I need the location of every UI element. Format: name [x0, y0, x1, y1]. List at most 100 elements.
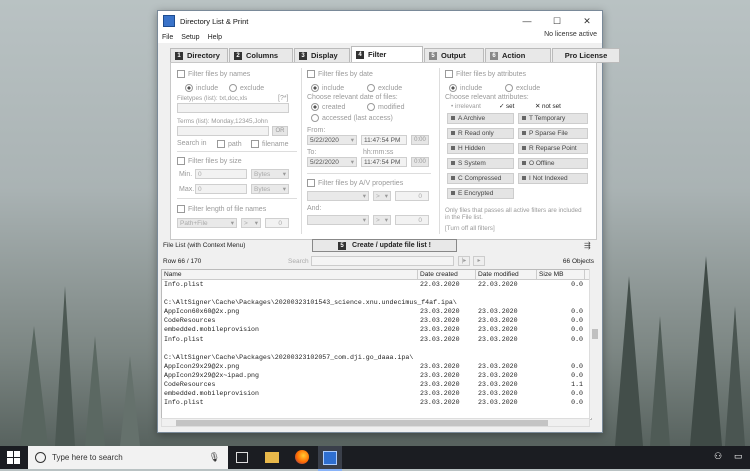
length-operator-select[interactable]: > — [241, 218, 261, 228]
av-operator-select-1[interactable]: > — [373, 191, 391, 201]
tab-directory[interactable]: 1 Directory — [170, 48, 228, 63]
filter-length-toggle[interactable]: Filter length of file names — [177, 205, 266, 213]
turn-off-filters-link[interactable]: [Turn off all filters] — [445, 225, 495, 232]
length-value-input[interactable]: 0 — [265, 218, 289, 228]
terms-input[interactable] — [177, 126, 269, 136]
attr-include-radio[interactable]: include — [449, 84, 482, 92]
search-prev-button[interactable]: ▸ — [473, 256, 485, 266]
attr-compressed[interactable]: C Compressed — [447, 173, 514, 184]
cell-date-created: 23.03.2020 — [420, 317, 460, 325]
table-row[interactable]: embedded.mobileprovision 23.03.2020 23.03.… — [162, 389, 591, 398]
folder-path-row[interactable]: C:\AltSigner\Cache\Packages\202003231020… — [162, 353, 591, 362]
menu-file[interactable]: File — [162, 34, 173, 41]
table-row[interactable] — [162, 344, 591, 353]
file-explorer-icon[interactable] — [265, 452, 279, 463]
people-icon[interactable]: ⚇ — [714, 451, 722, 462]
table-row[interactable]: AppIcon60x60@2x.png 23.03.2020 23.03.2020 0… — [162, 307, 591, 316]
table-row[interactable]: CodeResources 23.03.2020 23.03.2020 1.1 — [162, 380, 591, 389]
max-unit-select[interactable]: Bytes — [251, 184, 289, 194]
date-include-radio[interactable]: include — [311, 84, 344, 92]
list-options-icon[interactable]: ⇶ — [584, 241, 591, 250]
menu-setup[interactable]: Setup — [181, 34, 199, 41]
table-row[interactable]: embedded.mobileprovision 23.03.2020 23.03.… — [162, 325, 591, 334]
filter-date-toggle[interactable]: Filter files by date — [307, 70, 373, 78]
search-next-button[interactable]: |▸ — [458, 256, 470, 266]
attr-sparse-file[interactable]: P Sparse File — [518, 128, 588, 139]
attr-exclude-radio[interactable]: exclude — [505, 84, 540, 92]
search-input[interactable] — [311, 256, 454, 266]
av-property-select-2[interactable] — [307, 215, 369, 225]
to-time-reset-button[interactable]: 0:00 — [411, 157, 429, 167]
av-property-select-1[interactable] — [307, 191, 369, 201]
table-row[interactable]: AppIcon29x29@2x.png 23.03.2020 23.03.2020 0… — [162, 362, 591, 371]
attr-reparse-point[interactable]: R Reparse Point — [518, 143, 588, 154]
filter-size-toggle[interactable]: Filter files by size — [177, 157, 242, 165]
from-time-reset-button[interactable]: 0:00 — [411, 135, 429, 145]
min-unit-select[interactable]: Bytes — [251, 169, 289, 179]
attr-offline[interactable]: O Offline — [518, 158, 588, 169]
date-modified-radio[interactable]: modified — [367, 103, 404, 111]
to-date-picker[interactable]: 5/22/2020 — [307, 157, 357, 167]
create-file-list-button[interactable]: 5 Create / update file list ! — [312, 239, 457, 252]
date-created-radio[interactable]: created — [311, 103, 345, 111]
date-exclude-radio[interactable]: exclude — [367, 84, 402, 92]
microphone-icon[interactable]: 🎙 — [209, 452, 220, 463]
column-size[interactable]: Size MB — [537, 270, 585, 279]
table-row[interactable]: Info.plist 22.03.2020 22.03.2020 0.0 — [162, 280, 591, 289]
directory-list-print-taskbar-icon[interactable] — [318, 446, 342, 471]
close-button[interactable]: ✕ — [572, 11, 602, 31]
attr-temporary[interactable]: T Temporary — [518, 113, 588, 124]
task-view-icon[interactable] — [236, 452, 248, 463]
search-in-path-checkbox[interactable]: path — [217, 140, 242, 148]
attr-hidden[interactable]: H Hidden — [447, 143, 514, 154]
filter-names-toggle[interactable]: Filter files by names — [177, 70, 250, 78]
filter-av-toggle[interactable]: Filter files by A/V properties — [307, 179, 403, 187]
column-date-created[interactable]: Date created — [418, 270, 476, 279]
table-row[interactable] — [162, 289, 591, 298]
table-row[interactable]: Info.plist 23.03.2020 23.03.2020 0.0 — [162, 335, 591, 344]
tab-filter[interactable]: 4 Filter — [351, 46, 423, 63]
from-date-picker[interactable]: 5/22/2020 — [307, 135, 357, 145]
maximize-button[interactable]: ☐ — [542, 11, 572, 31]
table-row[interactable]: CodeResources 23.03.2020 23.03.2020 0.0 — [162, 316, 591, 325]
filetypes-input[interactable] — [177, 103, 289, 113]
file-list-table[interactable]: Name Date created Date modified Size MB … — [161, 269, 592, 420]
table-row[interactable]: AppIcon29x29@2x~ipad.png 23.03.2020 23.03.… — [162, 371, 591, 380]
to-time-input[interactable]: 11:47:54 PM — [361, 157, 407, 167]
av-operator-select-2[interactable]: > — [373, 215, 391, 225]
tab-action[interactable]: 6 Action — [485, 48, 551, 63]
search-in-filename-checkbox[interactable]: filename — [251, 140, 288, 148]
tab-display[interactable]: 3 Display — [294, 48, 350, 63]
or-button[interactable]: OR — [272, 126, 288, 136]
min-size-input[interactable]: 0 — [195, 169, 247, 179]
date-accessed-radio[interactable]: accessed (last access) — [311, 114, 393, 122]
attr-read-only[interactable]: R Read only — [447, 128, 514, 139]
table-row[interactable]: Info.plist 23.03.2020 23.03.2020 0.0 — [162, 398, 591, 407]
vertical-scrollbar[interactable] — [589, 269, 600, 418]
notifications-icon[interactable]: ▭ — [734, 451, 743, 462]
tab-output[interactable]: 5 Output — [424, 48, 484, 63]
from-time-input[interactable]: 11:47:54 PM — [361, 135, 407, 145]
column-name[interactable]: Name — [162, 270, 418, 279]
max-size-input[interactable]: 0 — [195, 184, 247, 194]
names-include-radio[interactable]: include — [185, 84, 218, 92]
length-mode-select[interactable]: Path+File — [177, 218, 237, 228]
firefox-icon[interactable] — [295, 450, 309, 464]
av-value-input-1[interactable]: 0 — [395, 191, 429, 201]
taskbar-search-box[interactable]: Type here to search 🎙 — [28, 446, 228, 469]
menu-help[interactable]: Help — [208, 34, 222, 41]
av-value-input-2[interactable]: 0 — [395, 215, 429, 225]
tab-pro-license[interactable]: Pro License — [552, 48, 620, 63]
attr-archive[interactable]: A Archive — [447, 113, 514, 124]
minimize-button[interactable]: — — [512, 11, 542, 31]
attr-encrypted[interactable]: E Encrypted — [447, 188, 514, 199]
folder-path-row[interactable]: C:\AltSigner\Cache\Packages\202003231015… — [162, 298, 591, 307]
column-date-modified[interactable]: Date modified — [476, 270, 537, 279]
filter-attributes-toggle[interactable]: Filter files by attributes — [445, 70, 526, 78]
attr-not-indexed[interactable]: I Not Indexed — [518, 173, 588, 184]
horizontal-scrollbar[interactable] — [161, 418, 590, 427]
tab-columns[interactable]: 2 Columns — [229, 48, 293, 63]
attr-system[interactable]: S System — [447, 158, 514, 169]
windows-start-icon[interactable] — [7, 451, 21, 465]
names-exclude-radio[interactable]: exclude — [229, 84, 264, 92]
